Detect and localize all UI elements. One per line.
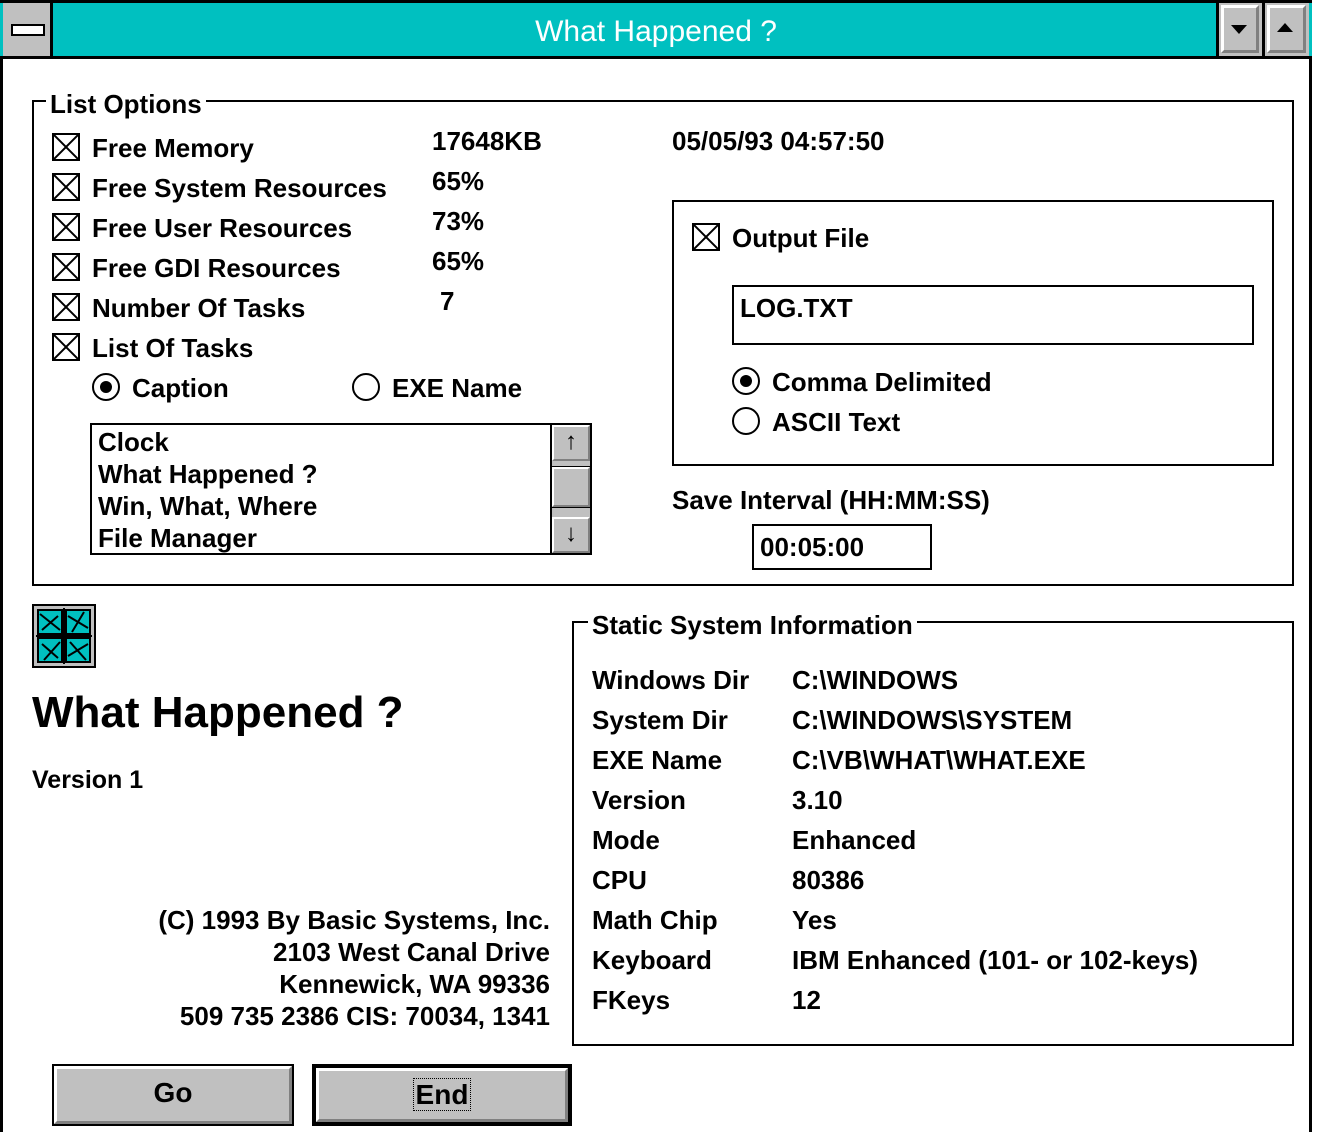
- info-label: System Dir: [592, 705, 728, 735]
- free-system-resources-label: Free System Resources: [92, 173, 387, 203]
- checkbox-x-icon: [54, 295, 78, 319]
- checkbox-x-icon: [694, 225, 718, 249]
- checkbox-x-icon: [54, 255, 78, 279]
- info-value: C:\WINDOWS: [792, 665, 959, 695]
- go-button-label: Go: [153, 1077, 193, 1108]
- scroll-up-arrow-icon[interactable]: ↑: [552, 425, 590, 461]
- info-value: 3.10: [792, 785, 843, 815]
- free-memory-label: Free Memory: [92, 133, 254, 163]
- free-gdi-resources-checkbox[interactable]: [52, 253, 80, 281]
- save-interval-field[interactable]: 00:05:00: [752, 524, 932, 570]
- end-button[interactable]: End: [312, 1064, 572, 1126]
- number-of-tasks-value: 7: [440, 286, 455, 316]
- go-button[interactable]: Go: [52, 1064, 294, 1126]
- exe-name-radio-label[interactable]: EXE Name: [392, 373, 522, 403]
- scroll-thumb[interactable]: [551, 466, 591, 508]
- list-item[interactable]: Win, What, Where: [98, 491, 317, 521]
- task-list-scrollbar[interactable]: ↑ ↓: [550, 425, 591, 553]
- list-item[interactable]: Clock: [98, 427, 169, 457]
- free-user-resources-value: 73%: [432, 206, 485, 236]
- info-value: 12: [792, 985, 821, 1015]
- free-memory-checkbox[interactable]: [52, 133, 80, 161]
- ascii-text-radio[interactable]: [732, 407, 760, 435]
- list-item[interactable]: File Manager: [98, 523, 257, 553]
- info-label: CPU: [592, 865, 647, 895]
- caption-radio[interactable]: [92, 373, 120, 401]
- free-user-resources-label: Free User Resources: [92, 213, 353, 243]
- free-system-resources-checkbox[interactable]: [52, 173, 80, 201]
- ascii-text-label[interactable]: ASCII Text: [772, 407, 900, 437]
- end-button-label: End: [412, 1078, 472, 1111]
- checkbox-x-icon: [54, 335, 78, 359]
- timestamp: 05/05/93 04:57:50: [672, 126, 885, 156]
- save-interval-label: Save Interval (HH:MM:SS): [672, 485, 990, 515]
- checkbox-x-icon: [54, 135, 78, 159]
- title-bar[interactable]: What Happened ?: [0, 3, 1312, 59]
- output-file-checkbox[interactable]: [692, 223, 720, 251]
- info-label: Version: [592, 785, 686, 815]
- info-value: Enhanced: [792, 825, 917, 855]
- window-title: What Happened ?: [535, 15, 777, 48]
- free-system-resources-value: 65%: [432, 166, 485, 196]
- comma-delimited-radio[interactable]: [732, 367, 760, 395]
- info-label: Windows Dir: [592, 665, 750, 695]
- maximize-arrow-icon: [1277, 23, 1293, 32]
- comma-delimited-label[interactable]: Comma Delimited: [772, 367, 992, 397]
- info-label: Math Chip: [592, 905, 718, 935]
- minimize-arrow-icon: [1231, 25, 1247, 34]
- minimize-button[interactable]: [1216, 3, 1262, 56]
- radio-selected-dot: [740, 375, 752, 387]
- static-info-label: Static System Information: [588, 610, 917, 640]
- list-of-tasks-label: List Of Tasks: [92, 333, 254, 363]
- task-list[interactable]: Clock What Happened ? Win, What, Where F…: [90, 423, 592, 555]
- free-user-resources-checkbox[interactable]: [52, 213, 80, 241]
- scroll-down-arrow-icon[interactable]: ↓: [552, 517, 590, 553]
- info-value: C:\WINDOWS\SYSTEM: [792, 705, 1073, 735]
- info-label: Keyboard: [592, 945, 712, 975]
- city-line: Kennewick, WA 99336: [279, 969, 550, 999]
- info-value: Yes: [792, 905, 837, 935]
- info-label: EXE Name: [592, 745, 723, 775]
- address-line: 2103 West Canal Drive: [273, 937, 550, 967]
- free-gdi-resources-value: 65%: [432, 246, 485, 276]
- free-memory-value: 17648KB: [432, 126, 542, 156]
- checkbox-x-icon: [54, 175, 78, 199]
- caption-radio-label[interactable]: Caption: [132, 373, 229, 403]
- output-file-label: Output File: [732, 223, 870, 253]
- list-item[interactable]: What Happened ?: [98, 459, 318, 489]
- info-value: C:\VB\WHAT\WHAT.EXE: [792, 745, 1086, 775]
- about-title: What Happened ?: [32, 688, 404, 737]
- radio-selected-dot: [100, 381, 112, 393]
- info-label: Mode: [592, 825, 660, 855]
- output-filename-field[interactable]: LOG.TXT: [732, 285, 1254, 345]
- checkbox-x-icon: [54, 215, 78, 239]
- info-value: 80386: [792, 865, 865, 895]
- info-value: IBM Enhanced (101- or 102-keys): [792, 945, 1199, 975]
- maximize-button[interactable]: [1262, 3, 1309, 56]
- list-options-label: List Options: [46, 89, 206, 119]
- info-label: FKeys: [592, 985, 671, 1015]
- list-of-tasks-checkbox[interactable]: [52, 333, 80, 361]
- app-icon: [32, 604, 96, 668]
- number-of-tasks-checkbox[interactable]: [52, 293, 80, 321]
- number-of-tasks-label: Number Of Tasks: [92, 293, 306, 323]
- version-label: Version 1: [32, 766, 144, 794]
- copyright-line: (C) 1993 By Basic Systems, Inc.: [158, 905, 550, 935]
- phone-line: 509 735 2386 CIS: 70034, 1341: [179, 1001, 550, 1031]
- exe-name-radio[interactable]: [352, 373, 380, 401]
- free-gdi-resources-label: Free GDI Resources: [92, 253, 341, 283]
